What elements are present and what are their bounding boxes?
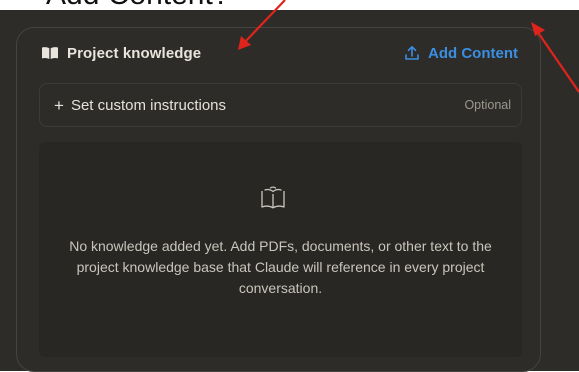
book-icon [41, 46, 59, 60]
title-group: Project knowledge [41, 45, 201, 62]
plus-icon: + [54, 95, 64, 115]
instructions-label-group: + Set custom instructions [54, 97, 226, 114]
upload-icon [404, 45, 420, 61]
project-knowledge-card: Project knowledge Add Content + Set cust… [16, 27, 541, 372]
open-book-icon [260, 186, 286, 210]
empty-knowledge-panel: No knowledge added yet. Add PDFs, docume… [39, 142, 522, 357]
card-title: Project knowledge [67, 44, 202, 62]
instructions-label: Set custom instructions [70, 96, 226, 114]
add-content-button[interactable]: Add Content [404, 45, 518, 62]
empty-state-message: No knowledge added yet. Add PDFs, docume… [69, 238, 492, 296]
add-content-label: Add Content [428, 44, 518, 62]
app-background: Project knowledge Add Content + Set cust… [0, 10, 579, 372]
annotation-caption: Add Content? [46, 0, 229, 10]
card-header: Project knowledge Add Content [41, 40, 518, 66]
set-custom-instructions-button[interactable]: + Set custom instructions Optional [39, 83, 522, 127]
optional-hint: Optional [464, 98, 511, 112]
